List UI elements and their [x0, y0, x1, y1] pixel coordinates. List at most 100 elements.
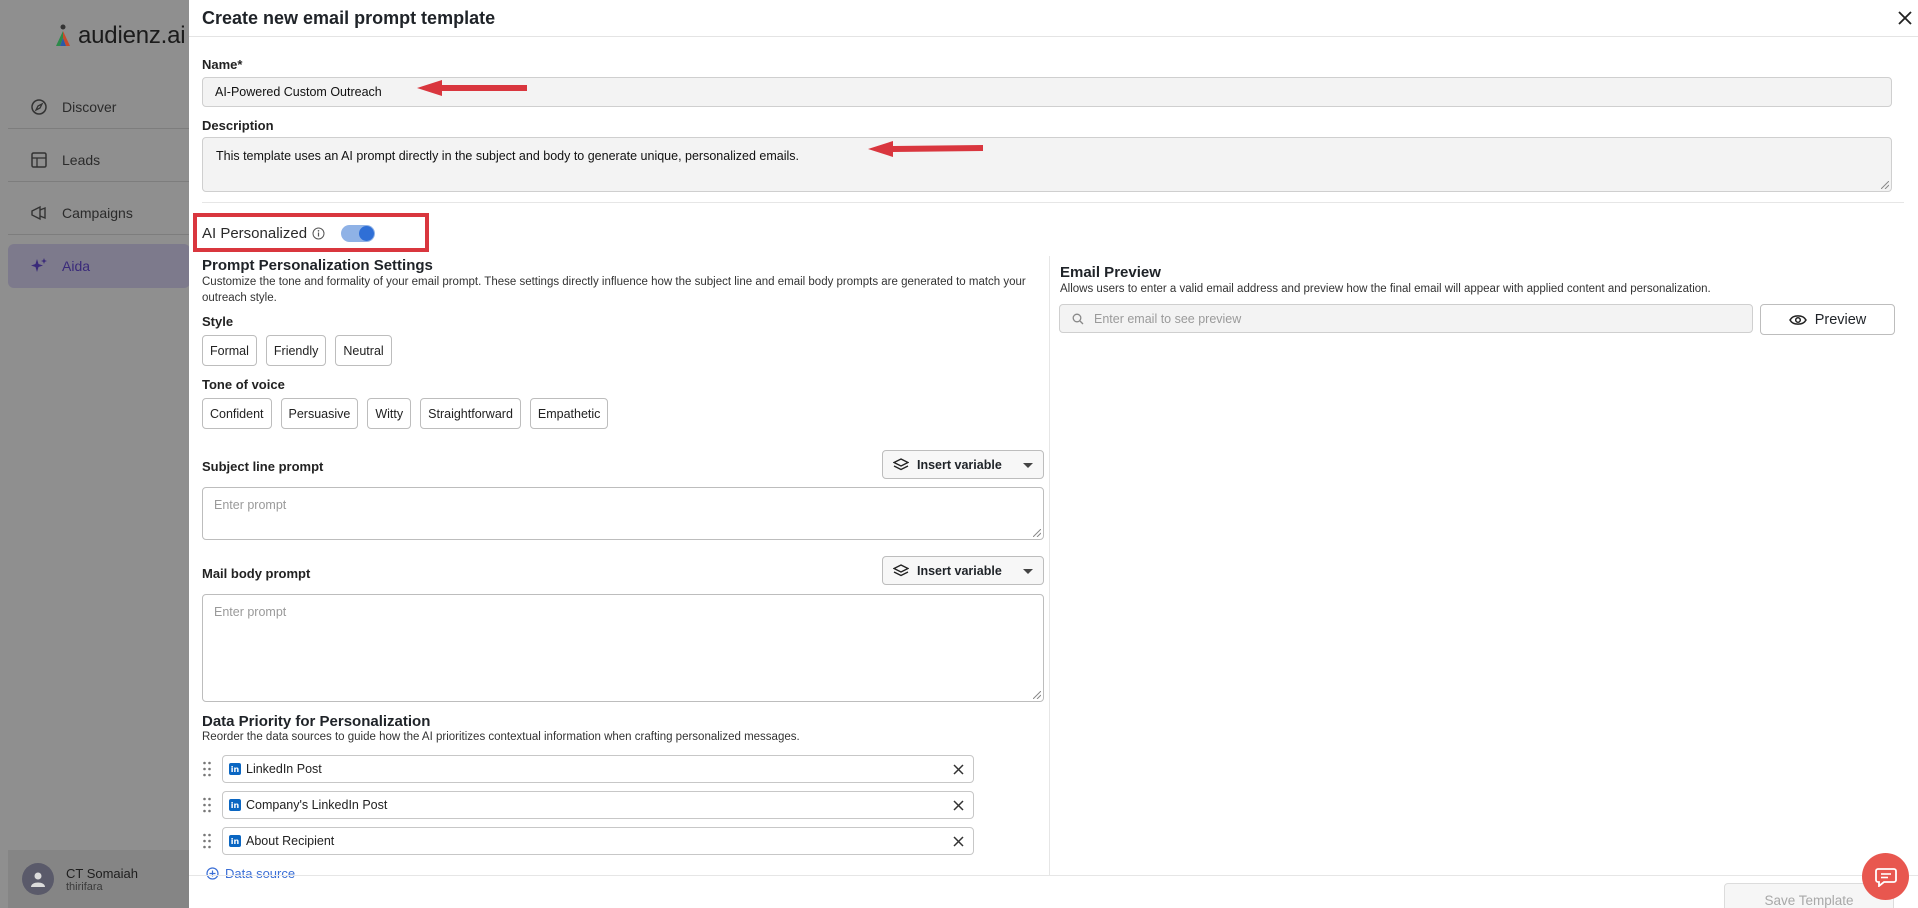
- insert-variable-label: Insert variable: [917, 457, 1002, 472]
- close-icon[interactable]: [952, 799, 965, 812]
- tone-options: Confident Persuasive Witty Straightforwa…: [202, 398, 609, 429]
- list-item: in Company's LinkedIn Post: [202, 791, 974, 819]
- logo-icon: [56, 24, 70, 46]
- sidebar-item-label: Aida: [62, 258, 91, 274]
- compass-icon: [31, 98, 47, 115]
- chat-icon: [1874, 867, 1897, 887]
- info-icon[interactable]: [312, 227, 325, 240]
- sidebar-item-leads[interactable]: Leads: [8, 138, 190, 182]
- divider: [202, 202, 1904, 203]
- tone-chip-confident[interactable]: Confident: [202, 398, 272, 429]
- tone-chip-empathetic[interactable]: Empathetic: [529, 398, 609, 429]
- preview-label: Preview: [1814, 311, 1867, 328]
- user-profile[interactable]: CT Somaiah thirifara: [8, 850, 190, 908]
- sidebar-item-aida[interactable]: Aida: [8, 244, 190, 288]
- data-source-label: Company's LinkedIn Post: [246, 798, 388, 812]
- ai-personalized-label: AI Personalized: [202, 225, 325, 242]
- layers-icon: [893, 457, 909, 470]
- app-sidebar: audienz.ai Discover Leads Campaigns Aida…: [0, 0, 190, 908]
- logo: audienz.ai: [54, 22, 186, 50]
- tone-chip-witty[interactable]: Witty: [367, 398, 412, 429]
- sidebar-item-label: Campaigns: [62, 204, 133, 221]
- eye-icon: [1788, 314, 1807, 325]
- modal-header: Create new email prompt template: [189, 0, 1918, 37]
- subject-insert-variable-button[interactable]: Insert variable: [882, 450, 1044, 479]
- style-chip-neutral[interactable]: Neutral: [335, 335, 392, 366]
- prompt-settings-title: Prompt Personalization Settings: [202, 257, 433, 274]
- user-icon: [31, 872, 45, 887]
- sidebar-item-campaigns[interactable]: Campaigns: [8, 191, 190, 235]
- style-chip-friendly[interactable]: Friendly: [265, 335, 327, 366]
- annotation-arrow-icon: [868, 141, 983, 157]
- sidebar-item-label: Discover: [62, 98, 117, 115]
- page-title: Create new email prompt template: [202, 8, 496, 28]
- close-button[interactable]: [1894, 7, 1916, 29]
- sidebar-item-label: Leads: [62, 151, 101, 168]
- avatar: [22, 863, 54, 895]
- resize-handle-icon[interactable]: [1033, 529, 1041, 537]
- sparkle-icon: [31, 258, 47, 272]
- tone-label: Tone of voice: [202, 377, 285, 392]
- data-source-item: in LinkedIn Post: [222, 755, 974, 783]
- data-source-label: About Recipient: [246, 834, 335, 848]
- search-icon: [1072, 313, 1084, 324]
- annotation-arrow-icon: [417, 80, 527, 96]
- data-priority-title: Data Priority for Personalization: [202, 713, 431, 730]
- list-item: in About Recipient: [202, 827, 974, 855]
- email-preview-title: Email Preview: [1060, 264, 1161, 281]
- plus-circle-icon: [206, 867, 219, 880]
- style-chip-formal[interactable]: Formal: [202, 335, 257, 366]
- tone-chip-straightforward[interactable]: Straightforward: [420, 398, 521, 429]
- footer-divider: [189, 875, 1918, 876]
- description-label: Description: [202, 118, 274, 133]
- column-divider: [1049, 256, 1050, 876]
- subject-prompt-input[interactable]: Enter prompt: [202, 487, 1044, 540]
- close-icon[interactable]: [952, 835, 965, 848]
- table-icon: [31, 151, 47, 168]
- linkedin-icon: in: [229, 799, 241, 811]
- resize-handle-icon[interactable]: [1033, 691, 1041, 699]
- name-label: Name*: [202, 57, 243, 72]
- description-input[interactable]: This template uses an AI prompt directly…: [202, 137, 1892, 192]
- preview-button[interactable]: Preview: [1760, 304, 1895, 335]
- sidebar-nav: Discover Leads Campaigns Aida: [8, 85, 190, 297]
- subject-prompt-placeholder: Enter prompt: [214, 498, 287, 512]
- user-name: CT Somaiah: [66, 865, 139, 881]
- layers-icon: [893, 563, 909, 576]
- body-prompt-placeholder: Enter prompt: [214, 605, 287, 619]
- data-source-item: in Company's LinkedIn Post: [222, 791, 974, 819]
- create-template-modal: Create new email prompt template Name* A…: [189, 0, 1918, 908]
- body-prompt-label: Mail body prompt: [202, 566, 311, 581]
- linkedin-icon: in: [229, 763, 241, 775]
- drag-handle-icon[interactable]: [202, 761, 212, 777]
- sidebar-item-discover[interactable]: Discover: [8, 85, 190, 129]
- ai-personalized-text: AI Personalized: [202, 225, 308, 242]
- drag-handle-icon[interactable]: [202, 833, 212, 849]
- logo-text: audienz.ai: [78, 22, 186, 49]
- preview-email-input[interactable]: Enter email to see preview: [1059, 304, 1753, 333]
- name-value: AI-Powered Custom Outreach: [215, 85, 382, 99]
- insert-variable-label: Insert variable: [917, 563, 1002, 578]
- data-source-label: LinkedIn Post: [246, 762, 322, 776]
- megaphone-icon: [31, 205, 46, 220]
- toggle-knob: [359, 226, 374, 241]
- list-item: in LinkedIn Post: [202, 755, 974, 783]
- ai-personalized-toggle[interactable]: [341, 225, 375, 242]
- body-insert-variable-button[interactable]: Insert variable: [882, 556, 1044, 585]
- add-data-source-label: Data source: [225, 866, 296, 881]
- linkedin-icon: in: [229, 835, 241, 847]
- subject-prompt-label: Subject line prompt: [202, 459, 324, 474]
- tone-chip-persuasive[interactable]: Persuasive: [280, 398, 359, 429]
- close-icon: [1898, 11, 1912, 25]
- resize-handle-icon[interactable]: [1881, 181, 1889, 189]
- add-data-source-button[interactable]: Data source: [206, 866, 295, 881]
- prompt-settings-description: Customize the tone and formality of your…: [202, 276, 1026, 304]
- user-subtitle: thirifara: [66, 880, 103, 893]
- chevron-down-icon: [1023, 569, 1033, 574]
- data-source-item: in About Recipient: [222, 827, 974, 855]
- body-prompt-input[interactable]: Enter prompt: [202, 594, 1044, 702]
- data-priority-description: Reorder the data sources to guide how th…: [202, 731, 800, 743]
- drag-handle-icon[interactable]: [202, 797, 212, 813]
- chat-support-button[interactable]: [1862, 853, 1909, 900]
- close-icon[interactable]: [952, 763, 965, 776]
